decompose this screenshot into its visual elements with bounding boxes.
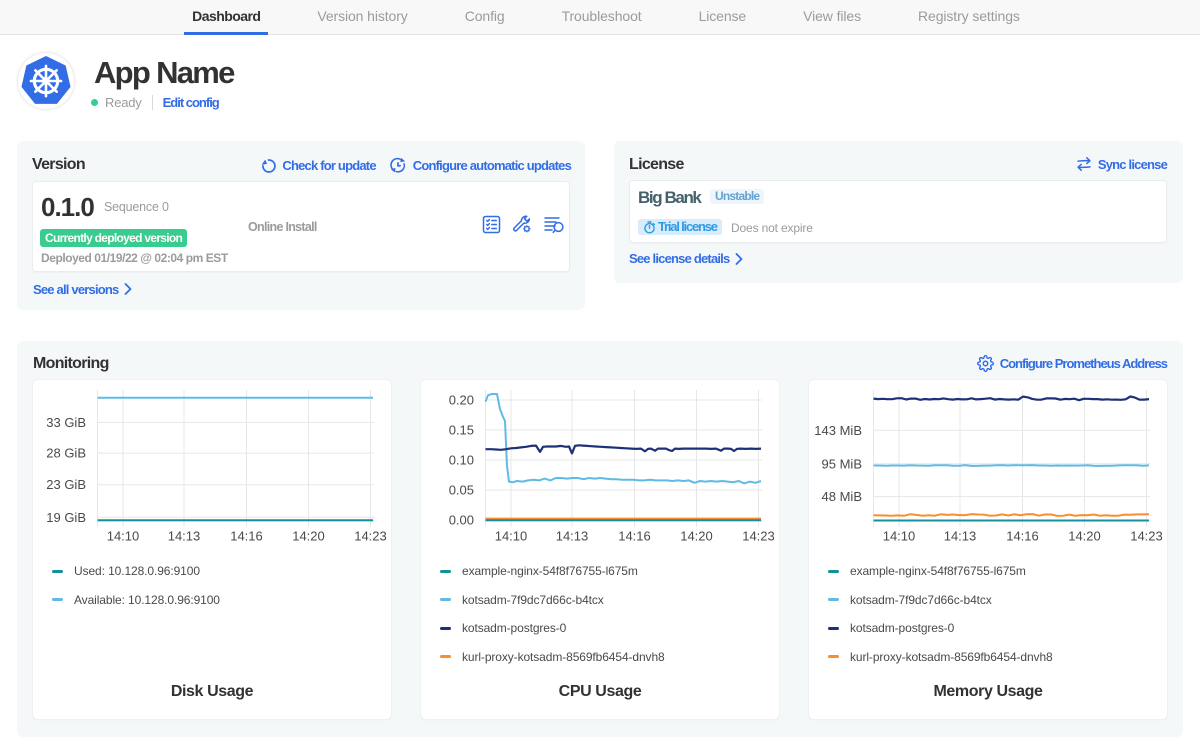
svg-text:14:13: 14:13: [556, 529, 589, 544]
svg-text:14:23: 14:23: [354, 529, 387, 544]
svg-text:14:23: 14:23: [1130, 529, 1163, 544]
svg-text:33 GiB: 33 GiB: [46, 415, 86, 430]
svg-text:19 GiB: 19 GiB: [46, 510, 86, 525]
svg-text:14:10: 14:10: [107, 529, 140, 544]
svg-text:14:16: 14:16: [1006, 529, 1039, 544]
svg-text:0.00: 0.00: [449, 513, 474, 528]
svg-text:23 GiB: 23 GiB: [46, 477, 86, 492]
svg-text:0.20: 0.20: [449, 393, 474, 408]
svg-text:95 MiB: 95 MiB: [822, 456, 862, 471]
svg-text:0.15: 0.15: [449, 423, 474, 438]
svg-text:14:16: 14:16: [618, 529, 651, 544]
svg-text:14:16: 14:16: [230, 529, 263, 544]
svg-text:48 MiB: 48 MiB: [822, 489, 862, 504]
svg-text:14:23: 14:23: [742, 529, 775, 544]
svg-text:14:10: 14:10: [883, 529, 916, 544]
svg-text:143 MiB: 143 MiB: [814, 423, 862, 438]
svg-text:14:13: 14:13: [168, 529, 201, 544]
svg-text:0.05: 0.05: [449, 483, 474, 498]
svg-text:28 GiB: 28 GiB: [46, 446, 86, 461]
svg-text:14:20: 14:20: [292, 529, 325, 544]
svg-text:0.10: 0.10: [449, 453, 474, 468]
svg-text:14:10: 14:10: [495, 529, 528, 544]
svg-text:14:20: 14:20: [1068, 529, 1101, 544]
svg-text:14:20: 14:20: [680, 529, 713, 544]
svg-text:14:13: 14:13: [944, 529, 977, 544]
